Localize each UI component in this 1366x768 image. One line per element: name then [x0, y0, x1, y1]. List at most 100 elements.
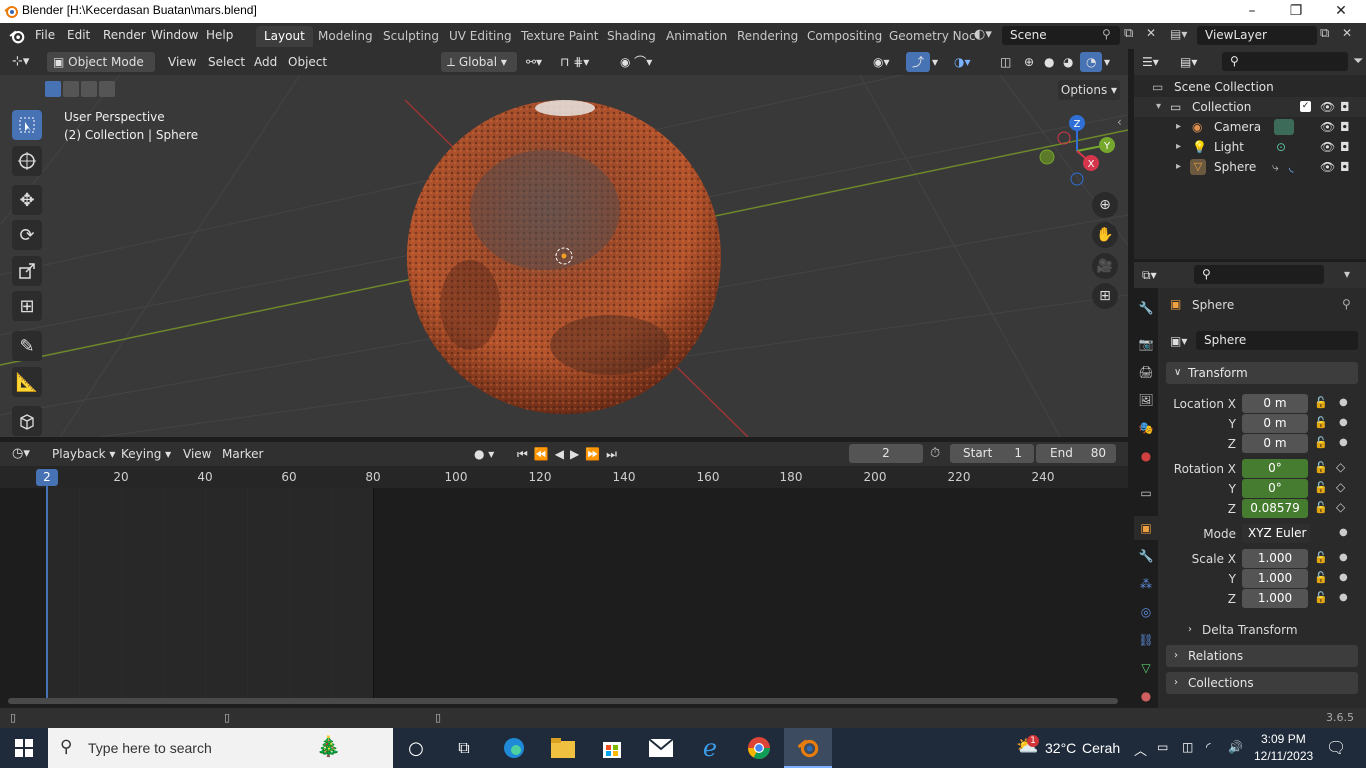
lock-icon[interactable]: 🔓: [1314, 551, 1328, 564]
modifier-icon[interactable]: ⤷: [1272, 157, 1279, 177]
rotation-z-field[interactable]: 0.08579: [1242, 499, 1308, 518]
keyframe-dot-icon[interactable]: ●: [1339, 572, 1348, 583]
outliner-item-sphere[interactable]: ▸ ▽ Sphere ⤷ ◟ 👁 ◘: [1134, 157, 1366, 177]
tab-texture-paint[interactable]: Texture Paint: [513, 26, 606, 47]
keyframe-dot-icon[interactable]: ●: [1339, 397, 1348, 408]
select-new-icon[interactable]: [45, 81, 61, 97]
menu-window[interactable]: Window: [151, 28, 198, 42]
new-viewlayer-icon[interactable]: ⧉: [1320, 26, 1329, 41]
rendered-shading-icon[interactable]: ◔: [1080, 52, 1103, 72]
tab-rendering[interactable]: Rendering: [729, 26, 806, 47]
options-dropdown[interactable]: Options ▾: [1058, 80, 1120, 100]
keyframe-diamond-icon[interactable]: ◇: [1336, 460, 1345, 474]
menu-add[interactable]: Add: [254, 52, 277, 72]
delta-transform-subpanel[interactable]: › Delta Transform: [1178, 619, 1356, 641]
cursor-tool[interactable]: [12, 146, 42, 176]
add-cube-tool[interactable]: [12, 406, 42, 436]
particles-tab-icon[interactable]: ⁂: [1134, 572, 1158, 596]
internet-explorer-icon[interactable]: ℯ: [686, 728, 734, 768]
lock-icon[interactable]: 🔓: [1314, 571, 1328, 584]
filter-icon[interactable]: ⏷: [1353, 54, 1363, 69]
scale-x-field[interactable]: 1.000: [1242, 549, 1308, 568]
constraints-tab-icon[interactable]: ⛓: [1134, 628, 1158, 652]
stopwatch-icon[interactable]: ⏱: [930, 446, 940, 461]
tab-modeling[interactable]: Modeling: [310, 26, 381, 47]
gizmo-toggle-icon[interactable]: ⤴: [906, 52, 931, 72]
weather-condition[interactable]: Cerah: [1082, 740, 1120, 756]
transform-tool[interactable]: ⊞: [12, 291, 42, 321]
data-tab-icon[interactable]: ▽: [1134, 656, 1158, 680]
notification-icon[interactable]: 🗨: [1326, 738, 1346, 758]
current-frame-field[interactable]: 2: [849, 444, 923, 463]
pan-hand-icon[interactable]: ✋: [1092, 222, 1118, 248]
material-shading-icon[interactable]: ◕: [1063, 52, 1073, 72]
timeline-editor-type-icon[interactable]: ◷▾: [12, 444, 30, 464]
mode-dropdown[interactable]: ▣ Object Mode ▾: [47, 52, 155, 89]
sidebar-toggle-icon[interactable]: ‹: [1117, 115, 1122, 129]
lock-icon[interactable]: 🔓: [1314, 436, 1328, 449]
menu-file[interactable]: File: [35, 28, 55, 42]
object-name-field[interactable]: Sphere: [1196, 331, 1358, 350]
clock-date[interactable]: 12/11/2023: [1254, 749, 1313, 763]
pin-icon[interactable]: ⚲: [1102, 27, 1111, 41]
gizmo-dropdown-icon[interactable]: ▾: [932, 52, 938, 72]
keyframe-dot-icon[interactable]: ●: [1339, 527, 1348, 538]
viewlayer-field[interactable]: ViewLayer: [1197, 26, 1317, 45]
menu-render[interactable]: Render: [103, 28, 146, 42]
measure-tool[interactable]: 📐: [12, 367, 42, 397]
light-data-icon[interactable]: ⊙: [1276, 137, 1286, 157]
chrome-icon[interactable]: [735, 728, 783, 768]
lock-icon[interactable]: 🔓: [1314, 481, 1328, 494]
end-frame-field[interactable]: End 80: [1036, 444, 1116, 463]
keyframe-dot-icon[interactable]: ●: [1339, 592, 1348, 603]
viewport-3d[interactable]: ✥ ⟳ ⊞ ✎ 📐 User Perspective (2) Collectio…: [0, 75, 1128, 437]
close-button[interactable]: ✕: [1318, 0, 1364, 23]
menu-view[interactable]: View: [168, 52, 196, 72]
menu-keying[interactable]: Keying ▾: [121, 444, 171, 464]
lock-icon[interactable]: 🔓: [1314, 501, 1328, 514]
select-subtract-icon[interactable]: [81, 81, 97, 97]
horizontal-scrollbar[interactable]: [8, 698, 1118, 704]
record-icon[interactable]: ● ▾: [474, 444, 494, 464]
restore-button[interactable]: ❐: [1273, 0, 1319, 23]
playback-controls[interactable]: ⏮⏪◀▶⏩⏭: [517, 444, 623, 464]
keyframe-diamond-icon[interactable]: ◇: [1336, 500, 1345, 514]
keyframe-diamond-icon[interactable]: ◇: [1336, 480, 1345, 494]
snap-icon[interactable]: ⊓ ⋕▾: [560, 52, 589, 72]
tab-shading[interactable]: Shading: [599, 26, 664, 47]
tab-uv-editing[interactable]: UV Editing: [441, 26, 520, 47]
xray-icon[interactable]: ◫: [1000, 52, 1011, 72]
file-explorer-icon[interactable]: [539, 728, 587, 768]
annotate-tool[interactable]: ✎: [12, 331, 42, 361]
timeline-area[interactable]: 20 40 60 80 100 120 140 160 180 200 220 …: [0, 466, 1128, 708]
navigation-gizmo[interactable]: Z Y X: [1035, 111, 1115, 191]
cortana-icon[interactable]: ○: [392, 728, 440, 768]
keyframe-dot-icon[interactable]: ●: [1339, 552, 1348, 563]
collection-tab-icon[interactable]: ▭: [1134, 481, 1158, 505]
editor-type-icon[interactable]: ⊹▾: [12, 52, 29, 72]
blender-menu-icon[interactable]: [9, 28, 25, 44]
wireframe-shading-icon[interactable]: ⊕: [1024, 52, 1034, 72]
scene-collection-row[interactable]: ▭ Scene Collection: [1134, 77, 1366, 97]
start-frame-field[interactable]: Start 1: [950, 444, 1034, 463]
lock-icon[interactable]: 🔓: [1314, 396, 1328, 409]
location-z-field[interactable]: 0 m: [1242, 434, 1308, 453]
scene-tab-icon[interactable]: 🎭: [1134, 416, 1158, 440]
location-y-field[interactable]: 0 m: [1242, 414, 1308, 433]
menu-object[interactable]: Object: [288, 52, 327, 72]
delete-scene-icon[interactable]: ✕: [1146, 26, 1156, 40]
chevron-up-icon[interactable]: ︿: [1134, 740, 1147, 759]
checkbox-icon[interactable]: ✓: [1300, 101, 1311, 112]
eye-icon[interactable]: 👁: [1320, 137, 1335, 157]
orientation-dropdown[interactable]: ⟂ Global ▾: [441, 52, 517, 72]
lock-icon[interactable]: 🔓: [1314, 591, 1328, 604]
menu-playback[interactable]: Playback ▾: [52, 444, 115, 464]
tool-tab-icon[interactable]: 🔧: [1134, 296, 1158, 320]
scale-tool[interactable]: [12, 256, 42, 286]
rotation-x-field[interactable]: 0°: [1242, 459, 1308, 478]
tab-layout[interactable]: Layout: [256, 26, 313, 47]
eye-icon[interactable]: 👁: [1320, 157, 1335, 177]
select-invert-icon[interactable]: [99, 81, 115, 97]
select-box-tool[interactable]: [12, 110, 42, 140]
solid-shading-icon[interactable]: ●: [1044, 52, 1054, 72]
